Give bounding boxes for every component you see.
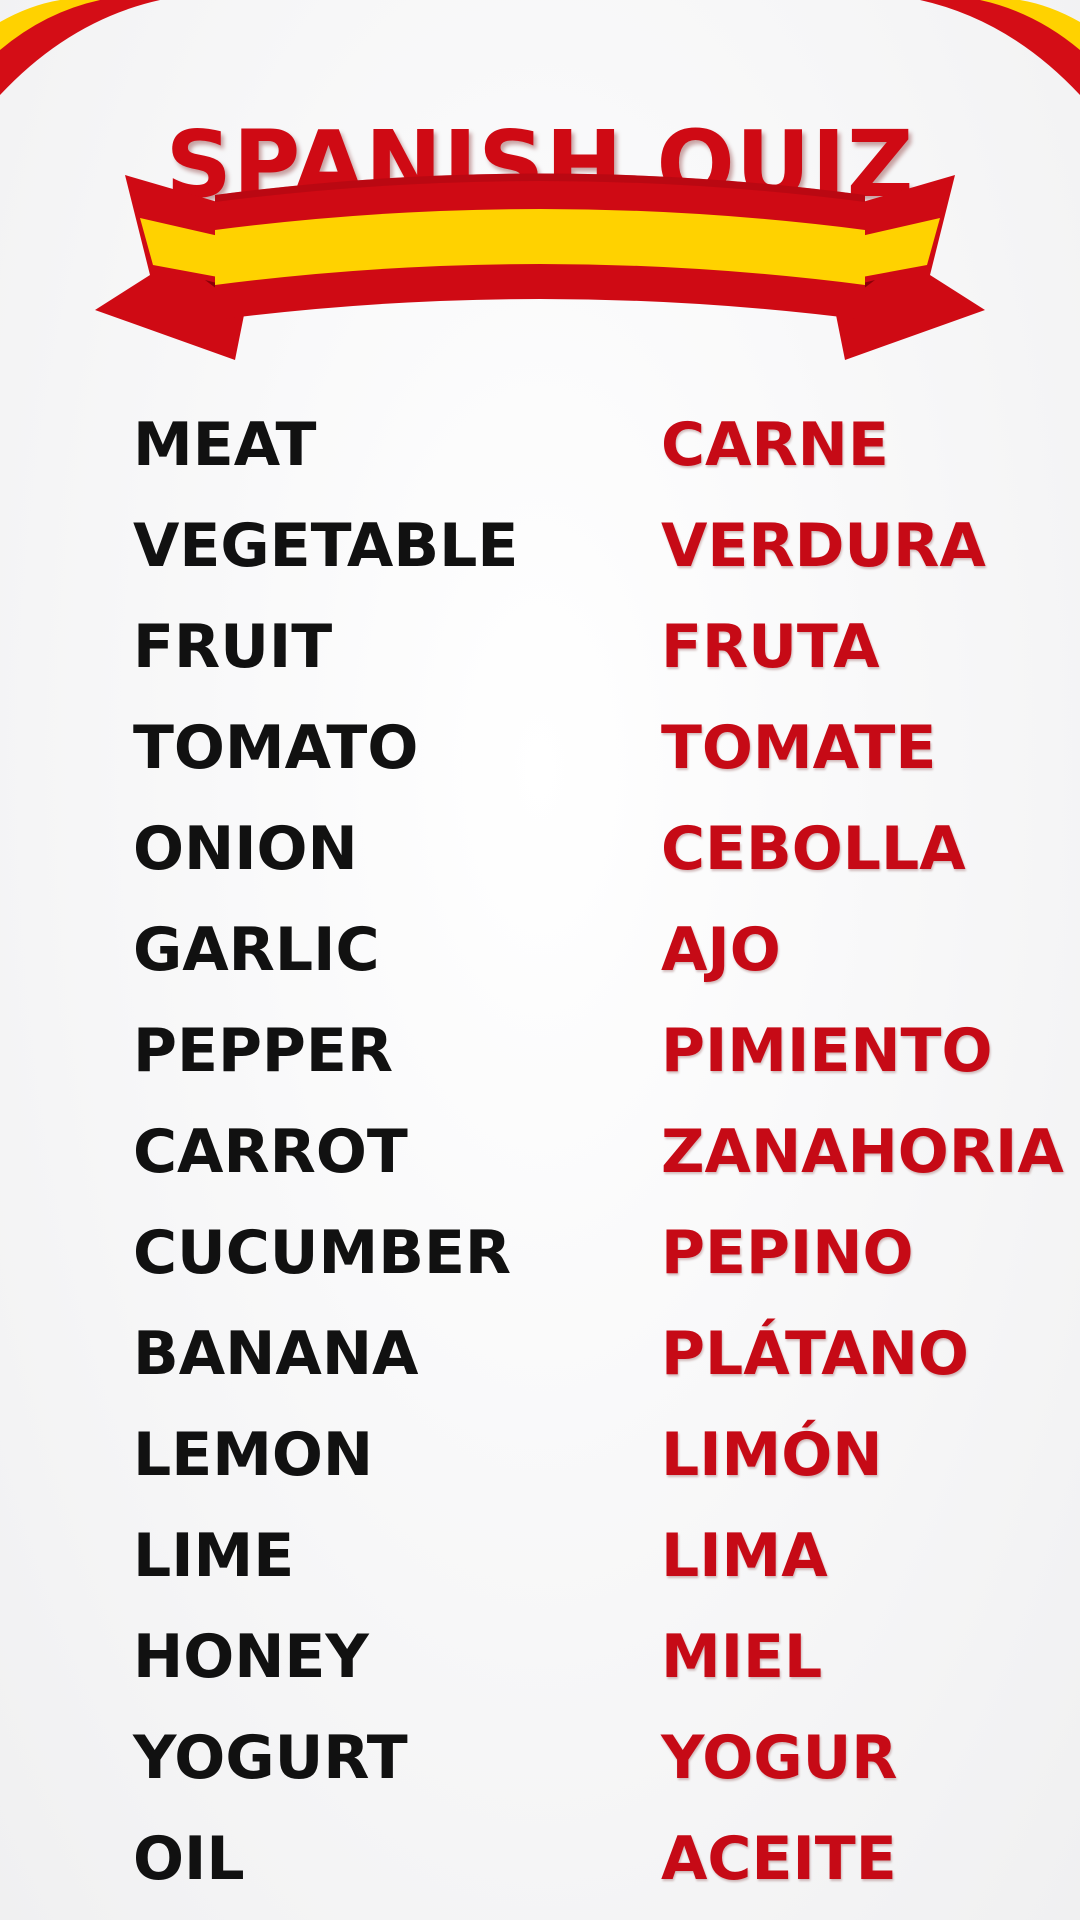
vocabulary-row: YOGURT YOGUR bbox=[0, 1708, 1080, 1809]
english-word: ONION bbox=[133, 814, 358, 884]
vocabulary-row: TOMATO TOMATE bbox=[0, 698, 1080, 799]
spanish-translation: LIMÓN bbox=[661, 1420, 883, 1490]
spanish-translation: VERDURA bbox=[661, 511, 986, 581]
spanish-translation: CARNE bbox=[661, 410, 889, 480]
vocabulary-row: CARROT ZANAHORIA bbox=[0, 1102, 1080, 1203]
english-word: HONEY bbox=[133, 1622, 369, 1692]
english-word: LEMON bbox=[133, 1420, 374, 1490]
english-word: BANANA bbox=[133, 1319, 419, 1389]
quiz-card: SPANISH QUIZ MEAT CARNE VEGETABLE VERDURA FR… bbox=[0, 0, 1080, 1920]
spanish-translation: LIMA bbox=[661, 1521, 828, 1591]
english-word: MEAT bbox=[133, 410, 317, 480]
vocabulary-row: GARLIC AJO bbox=[0, 900, 1080, 1001]
spanish-translation: AJO bbox=[661, 915, 781, 985]
english-word: CUCUMBER bbox=[133, 1218, 512, 1288]
ribbon-band bbox=[215, 173, 865, 320]
vocabulary-row: CUCUMBER PEPINO bbox=[0, 1203, 1080, 1304]
spanish-translation: ACEITE bbox=[661, 1824, 897, 1894]
english-word: FRUIT bbox=[133, 612, 333, 682]
vocabulary-row: LEMON LIMÓN bbox=[0, 1405, 1080, 1506]
spanish-flag-ribbon bbox=[95, 173, 985, 360]
corner-arc-right bbox=[920, 0, 1080, 95]
vocabulary-row: LIME LIMA bbox=[0, 1506, 1080, 1607]
english-word: GARLIC bbox=[133, 915, 380, 985]
english-word: TOMATO bbox=[133, 713, 419, 783]
spanish-translation: YOGUR bbox=[661, 1723, 898, 1793]
spanish-translation: CEBOLLA bbox=[661, 814, 966, 884]
english-word: VEGETABLE bbox=[133, 511, 519, 581]
vocabulary-row: PEPPER PIMIENTO bbox=[0, 1001, 1080, 1102]
spanish-translation: FRUTA bbox=[661, 612, 880, 682]
vocabulary-row: OIL ACEITE bbox=[0, 1809, 1080, 1910]
english-word: PEPPER bbox=[133, 1016, 394, 1086]
vocabulary-row: MEAT CARNE bbox=[0, 395, 1080, 496]
spanish-translation: TOMATE bbox=[661, 713, 937, 783]
corner-arc-left bbox=[0, 0, 160, 95]
english-word: LIME bbox=[133, 1521, 295, 1591]
spanish-translation: PIMIENTO bbox=[661, 1016, 993, 1086]
vocabulary-row: HONEY MIEL bbox=[0, 1607, 1080, 1708]
spanish-translation: PEPINO bbox=[661, 1218, 914, 1288]
vocabulary-list: MEAT CARNE VEGETABLE VERDURA FRUIT FRUTA TOMAT… bbox=[0, 395, 1080, 1910]
vocabulary-row: BANANA PLÁTANO bbox=[0, 1304, 1080, 1405]
spanish-translation: PLÁTANO bbox=[661, 1319, 969, 1389]
english-word: OIL bbox=[133, 1824, 245, 1894]
vocabulary-row: ONION CEBOLLA bbox=[0, 799, 1080, 900]
spanish-translation: MIEL bbox=[661, 1622, 823, 1692]
vocabulary-row: VEGETABLE VERDURA bbox=[0, 496, 1080, 597]
english-word: YOGURT bbox=[133, 1723, 408, 1793]
spanish-translation: ZANAHORIA bbox=[661, 1117, 1064, 1187]
english-word: CARROT bbox=[133, 1117, 408, 1187]
vocabulary-row: FRUIT FRUTA bbox=[0, 597, 1080, 698]
